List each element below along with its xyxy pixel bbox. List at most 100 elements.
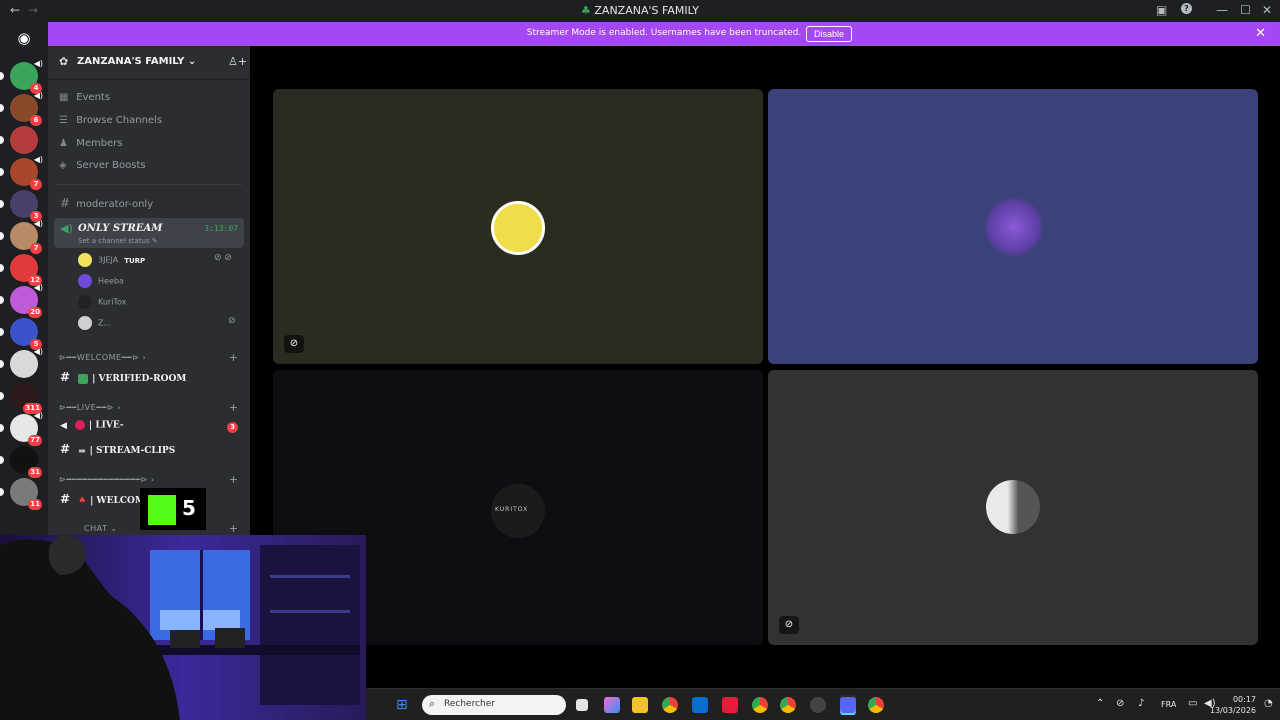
show-hidden-icons-icon[interactable]: ⌃ xyxy=(1096,698,1104,709)
channel-label: | WELCOM xyxy=(90,496,145,506)
menu-members-label: Members xyxy=(76,138,123,149)
copilot-icon[interactable] xyxy=(604,697,620,713)
chrome-profile-2-icon[interactable] xyxy=(780,697,796,713)
participant-tile-1[interactable]: ⊘ xyxy=(273,89,763,364)
server-icon[interactable]: ◀) 4 xyxy=(0,59,43,94)
windows-start-icon[interactable]: ⊞ xyxy=(396,697,412,713)
unread-pill xyxy=(0,168,4,176)
windows-taskbar: ⊞ ⌕ Rechercher ⌃ ⊘ ♪ FRA ▭ ◀) 00:17 13/0… xyxy=(366,688,1280,720)
taskbar-search[interactable]: ⌕ Rechercher xyxy=(422,695,566,715)
calendar-icon: ▦ xyxy=(59,92,69,103)
channel-moderator-only[interactable]: # moderator-only xyxy=(60,196,153,210)
unread-pill xyxy=(0,360,4,368)
mention-badge: 3 xyxy=(227,422,238,433)
channel-stream-clips[interactable]: # ▬ | STREAM-CLIPS xyxy=(60,442,175,456)
close-icon[interactable]: ✕ xyxy=(1255,26,1266,41)
mention-badge: 7 xyxy=(30,179,42,190)
chrome-profile-3-icon[interactable] xyxy=(868,697,884,713)
voice-user[interactable]: KuriTox xyxy=(78,295,126,309)
add-channel-icon[interactable]: + xyxy=(229,401,238,414)
avatar xyxy=(78,316,92,330)
category-live[interactable]: ⊳━━LIVE━━⊳ › xyxy=(59,403,121,412)
discord-taskbar-icon[interactable] xyxy=(840,697,856,713)
channel-live[interactable]: ◀ | LIVE- xyxy=(60,420,124,431)
close-window-icon[interactable]: ✕ xyxy=(1262,3,1272,17)
server-header[interactable]: ✿ ZANZANA'S FAMILY ⌄ ♙+ xyxy=(48,46,250,80)
menu-browse-label: Browse Channels xyxy=(76,115,163,126)
menu-browse-channels[interactable]: ☰ Browse Channels xyxy=(59,115,162,126)
menu-events[interactable]: ▦ Events xyxy=(59,92,110,103)
chevron-down-icon: ⌄ xyxy=(187,56,197,67)
task-view-icon[interactable] xyxy=(576,699,588,711)
notifications-icon[interactable]: ◔ xyxy=(1264,698,1273,709)
channel-status[interactable]: Set a channel status ✎ xyxy=(78,237,158,245)
microphone-icon[interactable]: ♪ xyxy=(1138,698,1144,709)
channel-verified-room[interactable]: # | VERIFIED-ROOM xyxy=(60,370,186,384)
members-icon: ♟ xyxy=(59,138,68,149)
file-explorer-icon[interactable] xyxy=(632,697,648,713)
chrome-profile-icon[interactable] xyxy=(752,697,768,713)
inbox-icon[interactable]: ▣ xyxy=(1156,3,1167,17)
participant-tile-2[interactable] xyxy=(768,89,1258,364)
viewer-count: 5 xyxy=(182,496,196,520)
add-channel-icon[interactable]: + xyxy=(229,351,238,364)
help-icon[interactable]: ? xyxy=(1181,3,1192,14)
store-icon[interactable] xyxy=(692,697,708,713)
voice-user-name: 3JEJA xyxy=(98,255,119,265)
speaker-icon: ◀) xyxy=(33,59,43,68)
voice-user[interactable]: 3JEJA TURP xyxy=(78,253,145,267)
avatar xyxy=(78,295,92,309)
unread-pill xyxy=(0,488,4,496)
server-icon[interactable]: 5 xyxy=(0,318,42,350)
participant-tile-4[interactable]: ⊘ xyxy=(768,370,1258,645)
server-icon[interactable]: ◀) 77 xyxy=(0,411,43,446)
server-icon[interactable]: ◀) 20 xyxy=(0,283,43,318)
menu-server-boosts[interactable]: ◈ Server Boosts xyxy=(59,160,146,171)
chrome-icon[interactable] xyxy=(662,697,678,713)
server-icon[interactable]: 12 xyxy=(0,254,42,286)
obs-icon[interactable] xyxy=(810,697,826,713)
minimize-icon[interactable]: — xyxy=(1216,3,1228,17)
unread-pill xyxy=(0,232,4,240)
hash-icon: # xyxy=(60,442,71,456)
mic-muted-icon: ⊘ ⊘ xyxy=(214,253,232,263)
server-icon[interactable]: ◀) 6 xyxy=(0,91,43,126)
server-icon[interactable] xyxy=(0,126,38,154)
invite-people-icon[interactable]: ♙+ xyxy=(228,55,247,68)
add-channel-icon[interactable]: + xyxy=(229,473,238,486)
chevron-right-icon: › xyxy=(150,475,155,484)
network-off-icon[interactable]: ⊘ xyxy=(1116,698,1124,709)
server-icon[interactable]: 11 xyxy=(0,478,42,510)
server-icon[interactable]: 3 xyxy=(0,190,42,222)
voice-timer: 3:13:07 xyxy=(204,224,238,233)
speaker-icon: ◀) xyxy=(33,283,43,292)
server-icon[interactable]: ◀) xyxy=(0,347,43,378)
server-icon[interactable]: 31 xyxy=(0,446,42,478)
language-indicator[interactable]: FRA xyxy=(1161,700,1176,709)
mic-muted-icon: ⊘ xyxy=(779,616,799,634)
unread-pill xyxy=(0,296,4,304)
maximize-icon[interactable]: ☐ xyxy=(1240,3,1251,17)
menu-members[interactable]: ♟ Members xyxy=(59,138,123,149)
category-chat[interactable]: CHAT ⌄ xyxy=(84,524,118,533)
disable-streamer-mode-button[interactable]: Disable xyxy=(806,26,853,42)
add-channel-icon[interactable]: + xyxy=(229,522,238,535)
monitor-icon[interactable]: ▭ xyxy=(1188,698,1197,709)
server-icon[interactable]: 311 xyxy=(0,382,42,414)
category-separator[interactable]: ⊳━━━━━━━━━━━━━━⊳ › xyxy=(59,475,155,484)
channel-welcome[interactable]: # ♠ | WELCOM xyxy=(60,492,145,506)
server-name[interactable]: ZANZANA'S FAMILY ⌄ xyxy=(77,56,196,67)
taskbar-clock[interactable]: 00:17 13/03/2026 xyxy=(1210,694,1256,716)
mention-badge: 6 xyxy=(30,115,42,126)
category-welcome[interactable]: ⊳━━WELCOME━━⊳ › xyxy=(59,353,146,362)
server-icon[interactable]: ◀) 7 xyxy=(0,219,43,254)
unread-pill xyxy=(0,72,4,80)
server-icon[interactable]: ◀) 7 xyxy=(0,155,43,190)
unread-pill xyxy=(0,328,4,336)
discord-home-icon[interactable]: ◉ xyxy=(10,26,38,50)
wps-icon[interactable] xyxy=(722,697,738,713)
channel-label: moderator-only xyxy=(76,199,154,210)
voice-user[interactable]: Z... xyxy=(78,316,111,330)
voice-user[interactable]: Heeba xyxy=(78,274,124,288)
voice-channel-only-stream[interactable]: ◀) ONLY STREAM 3:13:07 Set a channel sta… xyxy=(54,218,244,248)
